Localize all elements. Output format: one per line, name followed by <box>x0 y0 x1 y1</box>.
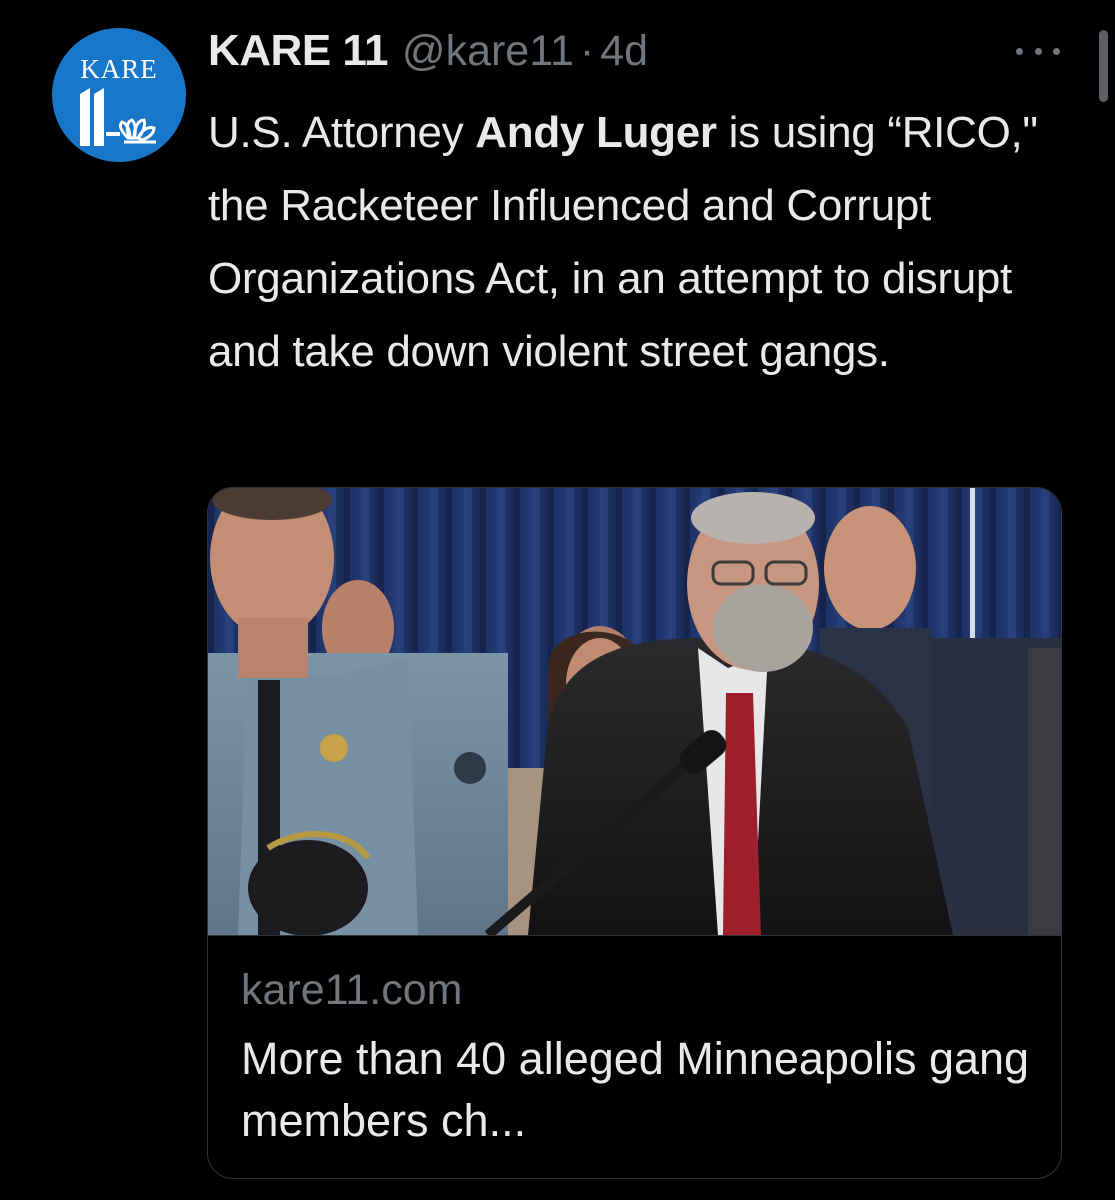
more-options-icon[interactable] <box>1016 44 1060 58</box>
card-divider <box>208 935 1061 936</box>
mention-andy-luger: Andy Luger <box>475 108 717 157</box>
timestamp[interactable]: 4d <box>600 27 648 76</box>
card-image[interactable] <box>208 488 1061 935</box>
avatar[interactable]: KARE <box>52 28 186 162</box>
link-card[interactable]: kare11.com More than 40 alleged Minneapo… <box>207 487 1062 1179</box>
tweet-text: U.S. Attorney Andy Luger is using “RICO,… <box>208 96 1078 388</box>
kare11-logo-icon <box>80 88 156 146</box>
separator-dot: · <box>579 27 595 75</box>
card-domain: kare11.com <box>241 966 463 1014</box>
scrollbar[interactable] <box>1099 30 1108 102</box>
tweet-header: KARE 11 @kare11 · 4d <box>208 26 648 82</box>
avatar-logo-text: KARE <box>80 54 158 84</box>
handle[interactable]: @kare11 <box>402 27 574 76</box>
tweet-text-part: U.S. Attorney <box>208 108 476 157</box>
card-title[interactable]: More than 40 alleged Minneapolis gang me… <box>241 1028 1031 1152</box>
display-name[interactable]: KARE 11 <box>208 26 388 76</box>
peacock-icon <box>118 118 156 144</box>
tweet[interactable]: KARE KARE 11 @kare11 · 4d U.S. Attorney … <box>0 0 1115 1200</box>
